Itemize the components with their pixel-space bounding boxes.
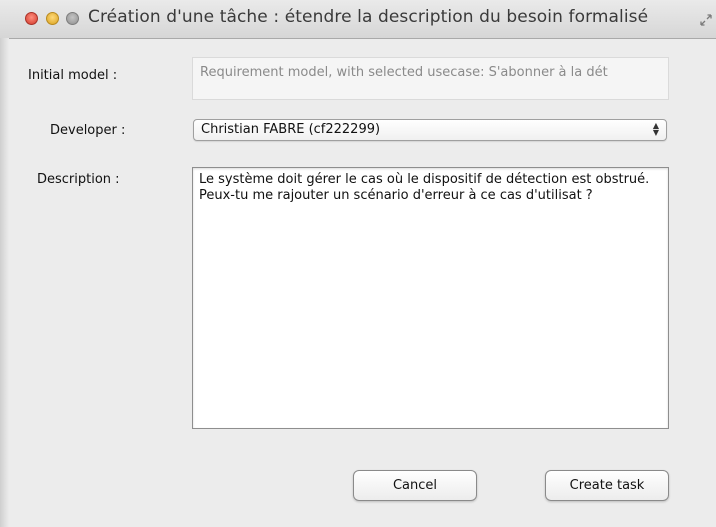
updown-arrows-icon: ▲ ▼ (652, 121, 659, 137)
title-bar[interactable]: Création d'une tâche : étendre la descri… (0, 0, 716, 39)
window-edge (0, 38, 9, 527)
initial-model-field: Requirement model, with selected usecase… (192, 57, 669, 100)
description-label: Description : (37, 172, 120, 187)
initial-model-label: Initial model : (28, 68, 118, 83)
developer-select-value: Christian FABRE (cf222299) (201, 122, 381, 137)
description-textarea[interactable]: Le système doit gérer le cas où le dispo… (192, 167, 669, 429)
create-task-button[interactable]: Create task (545, 470, 669, 501)
zoom-icon[interactable] (66, 12, 79, 25)
fullscreen-icon[interactable] (698, 12, 714, 28)
window-title: Création d'une tâche : étendre la descri… (88, 7, 649, 27)
cancel-button[interactable]: Cancel (353, 470, 477, 501)
minimize-icon[interactable] (46, 12, 59, 25)
developer-select[interactable]: Christian FABRE (cf222299) ▲ ▼ (193, 119, 667, 141)
developer-label: Developer : (50, 123, 126, 138)
close-icon[interactable] (25, 12, 38, 25)
dialog-window: Création d'une tâche : étendre la descri… (0, 0, 716, 527)
